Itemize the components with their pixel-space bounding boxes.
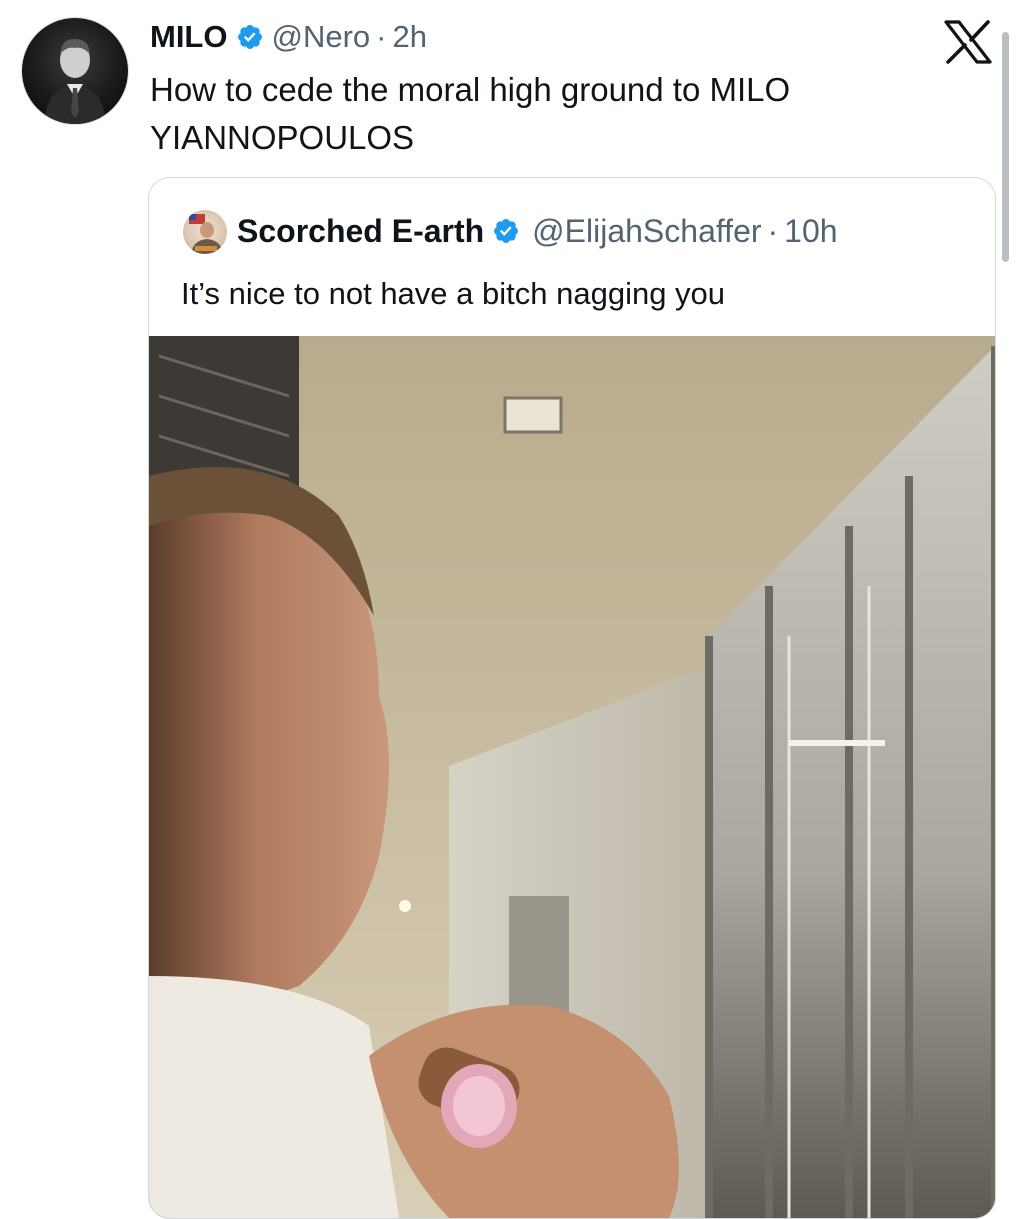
author-avatar[interactable]	[22, 18, 128, 124]
quoted-tweet-text: It’s nice to not have a bitch nagging yo…	[181, 276, 726, 311]
quoted-tweet-header: Scorched E-arth @ElijahSchaffer · 10h	[237, 211, 838, 251]
quoted-author-handle[interactable]: @ElijahSchaffer	[532, 211, 761, 251]
scrollbar[interactable]	[1002, 32, 1009, 262]
author-name[interactable]: MILO	[150, 18, 228, 56]
dot-separator: ·	[767, 213, 779, 249]
quoted-author-name[interactable]: Scorched E-arth	[237, 211, 484, 251]
author-handle[interactable]: @Nero	[272, 18, 371, 56]
tweet-text: How to cede the moral high ground to MIL…	[150, 71, 791, 156]
quoted-tweet-timestamp[interactable]: 10h	[784, 211, 837, 251]
verified-badge-icon	[237, 25, 262, 49]
tweet-header: MILO @Nero · 2h	[150, 18, 427, 56]
photo-content	[149, 336, 995, 1218]
verified-badge-icon	[494, 219, 519, 243]
x-logo-icon[interactable]	[944, 20, 992, 64]
quoted-author-avatar[interactable]	[183, 210, 227, 254]
avatar-portrait	[44, 38, 106, 124]
quoted-tweet-photo[interactable]	[149, 336, 995, 1218]
dot-separator: ·	[376, 19, 387, 54]
quoted-avatar-portrait	[189, 214, 223, 254]
quoted-tweet-card[interactable]: Scorched E-arth @ElijahSchaffer · 10h It…	[148, 177, 996, 1219]
tweet-timestamp[interactable]: 2h	[393, 18, 427, 56]
